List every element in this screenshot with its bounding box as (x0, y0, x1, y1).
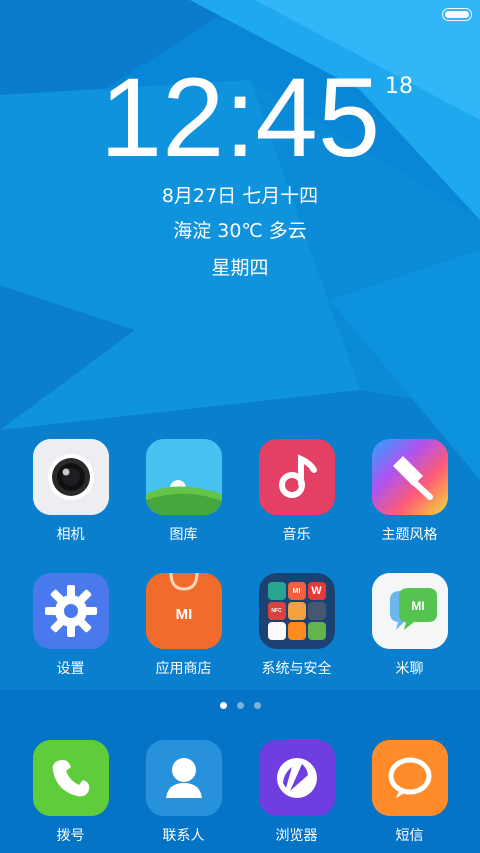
app-store-bag-icon[interactable]: MI (145, 573, 222, 649)
page-dot-1[interactable] (219, 702, 227, 709)
folder-system-security[interactable]: MI W NFC 系统与安全 (240, 573, 353, 677)
theme-brush-icon[interactable] (371, 439, 448, 515)
clock-time: 12:45 (99, 55, 381, 180)
home-app-grid: 相机 图库 音乐 主题风格 设置 MI 应用商店 MI W NFC 系统与安全 … (14, 439, 466, 677)
app-camera[interactable]: 相机 (14, 439, 127, 543)
dock-contacts[interactable]: 联系人 (127, 740, 240, 844)
app-label-camera: 相机 (56, 527, 85, 543)
music-icon[interactable] (258, 439, 335, 515)
app-store[interactable]: MI 应用商店 (127, 573, 240, 677)
dock-label-sms: 短信 (395, 828, 424, 844)
mini-chrome-icon (267, 622, 286, 640)
mi-chat-logo: MI (411, 599, 424, 613)
mi-chat-icon[interactable]: MI (371, 573, 448, 649)
app-gallery[interactable]: 图库 (127, 439, 240, 543)
date-text: 8月27日 七月十四 (161, 185, 319, 207)
gallery-icon[interactable] (145, 439, 222, 515)
dock-browser[interactable]: 浏览器 (240, 740, 353, 844)
app-settings[interactable]: 设置 (14, 573, 127, 677)
phone-icon[interactable] (32, 740, 109, 816)
weather-text: 海淀 30℃ 多云 (173, 220, 307, 242)
app-label-settings: 设置 (56, 661, 85, 677)
dock-sms[interactable]: 短信 (353, 740, 466, 844)
mini-nfc-icon: NFC (267, 602, 286, 620)
mini-phone-helper-icon (287, 602, 306, 620)
message-icon[interactable] (371, 740, 448, 816)
battery-indicator (442, 8, 472, 21)
app-label-theme: 主题风格 (381, 527, 438, 543)
dock-phone[interactable]: 拨号 (14, 740, 127, 844)
mini-file-icon (307, 602, 326, 620)
mini-wps-icon: W (307, 582, 326, 600)
battery-fill (445, 11, 469, 18)
system-security-folder-icon[interactable]: MI W NFC (258, 573, 335, 649)
browser-icon[interactable] (258, 740, 335, 816)
dock-label-phone: 拨号 (56, 828, 85, 844)
mini-video-icon (287, 622, 306, 640)
app-label-mi-chat: 米聊 (395, 661, 424, 677)
page-indicator[interactable] (0, 702, 480, 709)
contacts-icon[interactable] (145, 740, 222, 816)
folder-mini-icons: MI W NFC (266, 580, 328, 642)
dock-label-browser: 浏览器 (275, 828, 318, 844)
app-theme-style[interactable]: 主题风格 (353, 439, 466, 543)
mini-shield-icon (267, 582, 286, 600)
app-label-gallery: 图库 (169, 527, 198, 543)
mini-map-icon (307, 622, 326, 640)
store-logo-mi: MI (175, 606, 192, 623)
app-label-system-security: 系统与安全 (261, 661, 332, 677)
camera-icon[interactable] (32, 439, 109, 515)
page-dot-3[interactable] (253, 702, 261, 709)
app-music[interactable]: 音乐 (240, 439, 353, 543)
dock: 拨号 联系人 浏览器 短信 (14, 740, 466, 844)
app-label-store: 应用商店 (155, 661, 212, 677)
mini-mi-icon: MI (287, 582, 306, 600)
weekday-text: 星期四 (211, 257, 269, 279)
clock-seconds: 18 (385, 74, 413, 99)
page-dot-2[interactable] (236, 702, 244, 709)
gear-icon[interactable] (32, 573, 109, 649)
app-mi-chat[interactable]: MI 米聊 (353, 573, 466, 677)
dock-label-contacts: 联系人 (162, 828, 205, 844)
app-label-music: 音乐 (282, 527, 311, 543)
